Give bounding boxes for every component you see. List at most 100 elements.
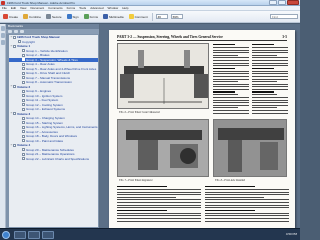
text-line — [213, 91, 235, 93]
text-line — [213, 99, 249, 101]
text-line — [213, 54, 239, 56]
bookmark-page-icon — [22, 98, 25, 102]
menu-view[interactable]: View — [20, 6, 26, 10]
text-line — [252, 94, 278, 96]
text-line — [252, 78, 288, 80]
text-line — [213, 46, 249, 48]
text-line — [213, 65, 249, 67]
menu-edit[interactable]: Edit — [11, 6, 16, 10]
delete-bookmark-icon[interactable] — [14, 30, 18, 33]
text-line — [117, 207, 201, 209]
menu-forms[interactable]: Forms — [67, 6, 76, 10]
menu-advanced[interactable]: Advanced — [90, 6, 103, 10]
text-line — [205, 207, 289, 209]
acrobat-icon — [1, 1, 5, 5]
text-line — [205, 217, 289, 219]
taskbar-app-acrobat[interactable] — [42, 231, 54, 239]
create-button[interactable]: Create — [2, 13, 19, 21]
menu-tools[interactable]: Tools — [79, 6, 86, 10]
new-bookmark-icon[interactable] — [20, 30, 24, 33]
forms-button[interactable]: Forms — [83, 13, 100, 21]
text-line — [252, 73, 288, 75]
text-line — [213, 52, 249, 54]
text-line — [213, 104, 249, 106]
maximize-button[interactable] — [278, 0, 286, 5]
text-line — [205, 209, 256, 212]
text-line — [117, 191, 201, 193]
text-line — [117, 194, 201, 196]
page-number-field[interactable]: 46 — [155, 14, 168, 19]
text-line — [213, 83, 249, 85]
text-line — [213, 107, 239, 109]
film-icon — [103, 14, 109, 19]
text-line — [252, 62, 288, 64]
figure-alignment — [117, 119, 209, 177]
bookmark-page-icon — [22, 107, 25, 111]
header-rule — [117, 40, 287, 41]
find-input[interactable]: Find — [270, 14, 298, 19]
secure-label: Secure — [52, 14, 62, 19]
taskbar-app-2[interactable] — [28, 231, 40, 239]
text-line — [117, 217, 201, 219]
bookmark-page-icon — [22, 89, 25, 93]
bookmark-page-icon — [22, 148, 25, 152]
bookmark-page-icon — [22, 76, 25, 80]
start-button[interactable] — [2, 231, 10, 239]
bookmark-page-icon — [22, 121, 25, 125]
text-line — [252, 86, 288, 88]
bookmark-page-icon — [13, 44, 16, 48]
bookmark-page-icon — [22, 152, 25, 156]
text-line — [213, 75, 249, 77]
forms-label: Forms — [89, 14, 99, 19]
axle-illustration — [120, 50, 208, 104]
toolbar-separator — [151, 12, 153, 21]
window-title: 1966 Ford Truck Shop Manual - Adobe Acro… — [7, 1, 76, 5]
text-line — [213, 62, 249, 64]
menu-window[interactable]: Window — [108, 6, 119, 10]
close-button[interactable] — [287, 0, 299, 5]
text-line — [205, 191, 289, 193]
text-line — [117, 201, 201, 203]
pages-icon[interactable] — [1, 26, 5, 31]
bookmark-page-icon — [22, 157, 25, 161]
bookmark-page-icon — [18, 40, 21, 44]
text-line — [205, 196, 264, 198]
text-line — [213, 94, 239, 96]
toolbar: Create Combine Secure Sign Forms Multime… — [0, 11, 300, 23]
bookmarks-icon[interactable] — [1, 33, 5, 38]
figure-caster — [117, 43, 209, 109]
multimedia-button[interactable]: Multimedia — [102, 13, 125, 21]
combine-button[interactable]: Combine — [22, 13, 42, 21]
create-pdf-icon — [3, 14, 8, 19]
text-line — [252, 81, 278, 83]
text-line — [205, 186, 256, 188]
comment-button[interactable]: Comment — [128, 13, 149, 21]
secure-button[interactable]: Secure — [45, 13, 63, 21]
figure-caption-2: FIG. 7—Front Wheel Alignment — [119, 179, 153, 182]
sign-label: Sign — [72, 14, 79, 19]
menu-document[interactable]: Document — [30, 6, 44, 10]
text-line — [252, 104, 288, 106]
sign-button[interactable]: Sign — [66, 13, 80, 21]
options-icon[interactable] — [8, 30, 12, 33]
text-line — [213, 73, 249, 75]
text-line — [252, 110, 288, 112]
minimize-button[interactable] — [269, 0, 277, 5]
taskbar-app-1[interactable] — [14, 231, 26, 239]
menu-help[interactable]: Help — [122, 6, 128, 10]
text-column-2 — [252, 44, 288, 116]
text-line — [213, 88, 249, 90]
bookmark-page-icon — [22, 58, 25, 62]
text-line — [205, 194, 289, 196]
bookmark-page-icon — [22, 62, 25, 66]
text-line — [205, 212, 289, 214]
attachments-icon[interactable] — [1, 40, 5, 45]
bookmark-item[interactable]: Group 22 – Lubricant Charts and Specific… — [9, 157, 98, 162]
text-line — [213, 70, 249, 72]
zoom-field[interactable]: 69% — [170, 14, 183, 19]
bookmark-label: Group 13 – Exhaust Systems — [26, 107, 66, 111]
menu-file[interactable]: File — [2, 6, 7, 10]
menu-comments[interactable]: Comments — [48, 6, 63, 10]
text-line — [252, 83, 288, 85]
text-line — [252, 91, 274, 93]
